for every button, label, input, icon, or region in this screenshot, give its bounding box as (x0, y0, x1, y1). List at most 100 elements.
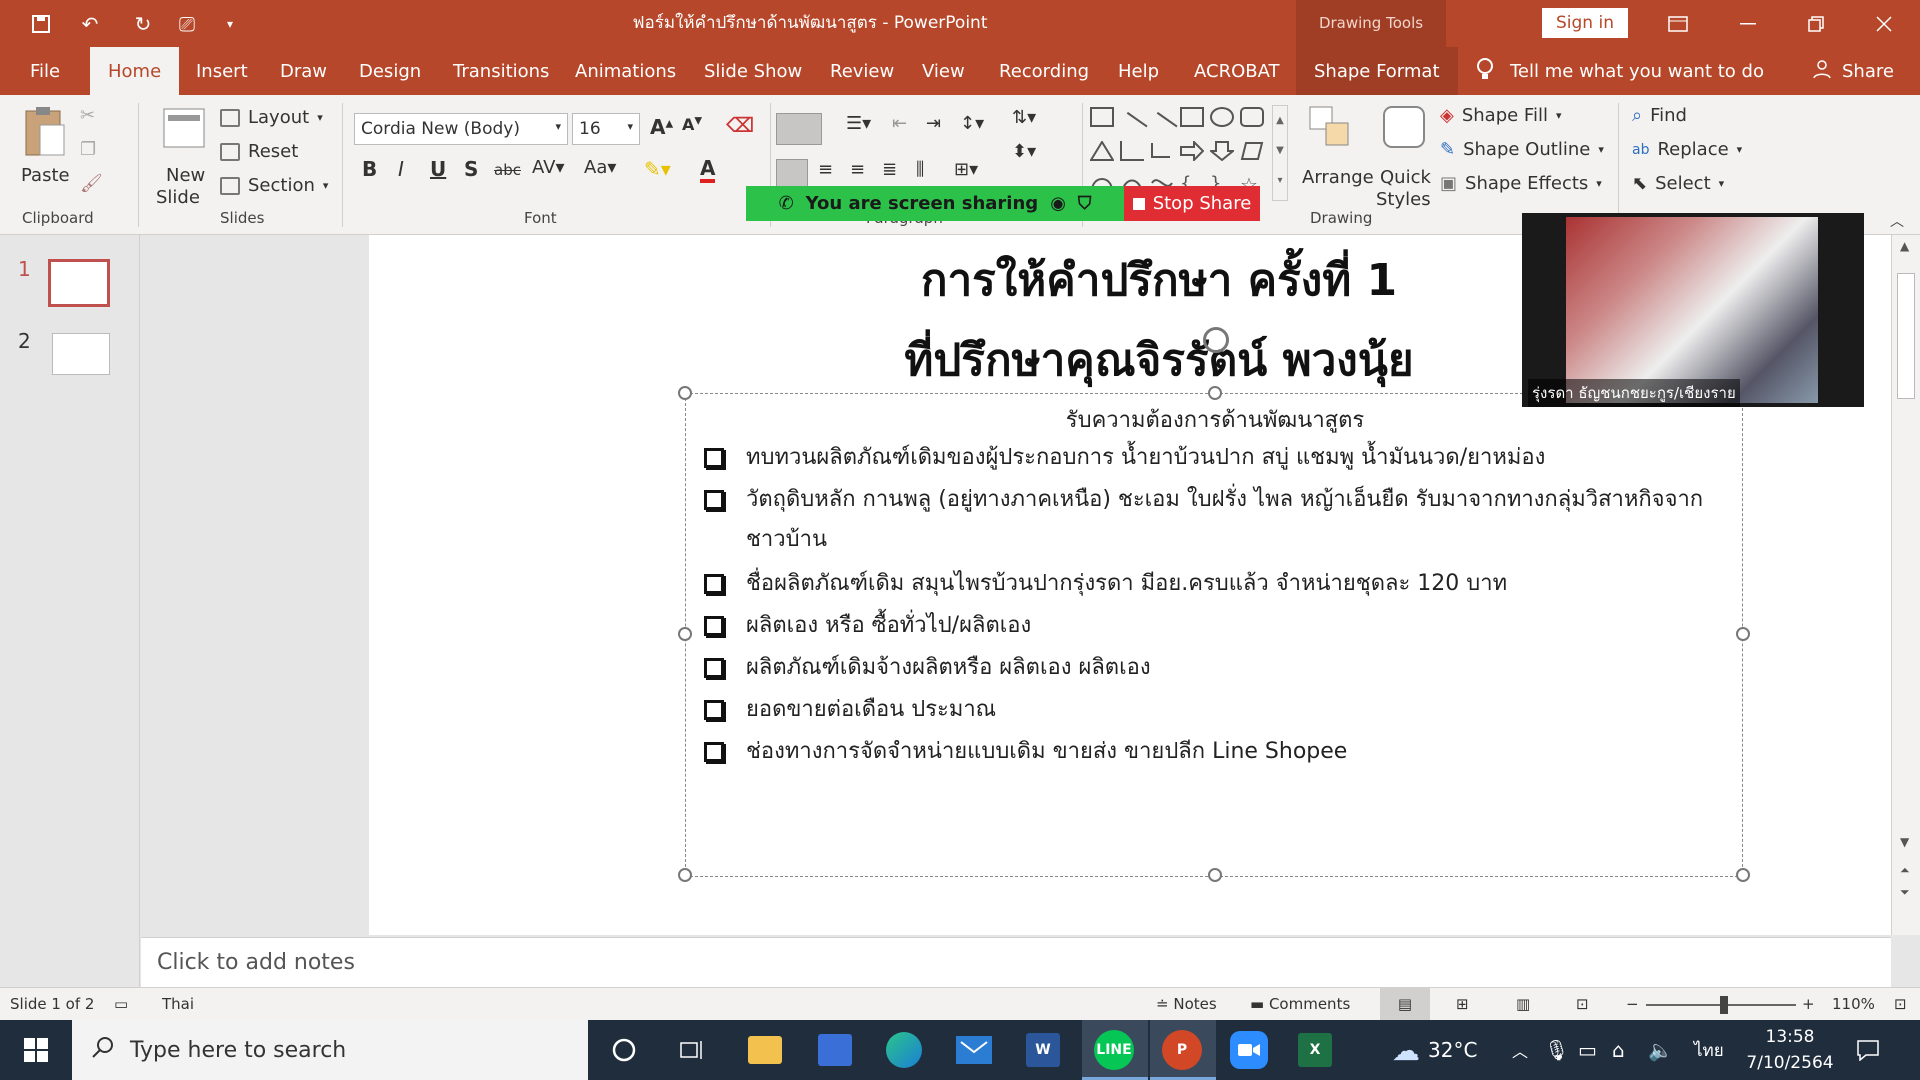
fit-to-window-icon[interactable]: ⊡ (1894, 988, 1907, 1021)
shape-elbow-arrow-icon[interactable] (1150, 141, 1174, 161)
copy-icon[interactable]: ❐ (80, 139, 96, 160)
tab-review[interactable]: Review (830, 47, 894, 95)
shape-elbow-icon[interactable] (1120, 141, 1144, 161)
battery-icon[interactable]: ▭ (1578, 1020, 1597, 1080)
collapse-ribbon-icon[interactable]: ︿ (1890, 211, 1904, 231)
increase-indent-icon[interactable]: ⇥ (926, 113, 941, 134)
tab-insert[interactable]: Insert (196, 47, 248, 95)
tab-recording[interactable]: Recording (999, 47, 1089, 95)
tell-me-search[interactable]: Tell me what you want to do (1476, 47, 1764, 95)
align-text-icon[interactable]: ⬍▾ (1012, 141, 1036, 162)
resize-handle[interactable] (1736, 868, 1750, 882)
slide-thumbnail-1[interactable] (48, 259, 110, 307)
restore-icon[interactable] (1788, 0, 1844, 47)
shape-line-icon[interactable] (1116, 111, 1148, 143)
font-name-select[interactable]: Cordia New (Body) ▾ (354, 113, 568, 145)
zoom-slider-thumb[interactable] (1720, 996, 1728, 1014)
microsoft-store-icon[interactable] (818, 1034, 852, 1066)
input-language[interactable]: ไทย (1694, 1020, 1724, 1080)
vertical-scrollbar[interactable]: ▲ ▼ ⏶ ⏷ (1891, 235, 1920, 935)
paste-button[interactable]: Paste (18, 105, 70, 205)
resize-handle[interactable] (1208, 868, 1222, 882)
decrease-font-icon[interactable]: A▼ (682, 115, 702, 134)
task-view-icon[interactable] (672, 1030, 712, 1070)
excel-icon[interactable]: X (1298, 1033, 1332, 1067)
layout-button[interactable]: Layout ▾ (220, 107, 323, 128)
language-status[interactable]: Thai (162, 988, 194, 1021)
reading-view-icon[interactable]: ▥ (1516, 988, 1530, 1021)
shapes-scroll[interactable]: ▲ ▼ ▾ (1272, 105, 1288, 201)
tab-file[interactable]: File (30, 47, 60, 95)
reset-button[interactable]: Reset (220, 141, 298, 162)
shape-rectangle-icon[interactable] (1180, 107, 1204, 127)
undo-icon[interactable]: ↶ (70, 10, 110, 38)
close-icon[interactable] (1856, 0, 1912, 47)
rotate-handle-icon[interactable] (1203, 327, 1229, 353)
redo-icon[interactable]: ↻ (128, 10, 158, 38)
shape-textbox-icon[interactable] (1090, 107, 1114, 127)
shape-triangle-icon[interactable] (1089, 140, 1115, 161)
character-spacing-icon[interactable]: AV▾ (532, 157, 565, 178)
tab-shape-format[interactable]: Shape Format (1296, 47, 1458, 95)
next-slide-icon[interactable]: ⏷ (1900, 885, 1910, 900)
zoom-level[interactable]: 110% (1832, 988, 1875, 1021)
taskbar-search[interactable]: Type here to search (72, 1020, 588, 1080)
tab-view[interactable]: View (922, 47, 965, 95)
shape-arrow-icon[interactable] (1146, 111, 1178, 143)
cut-icon[interactable]: ✂ (80, 105, 95, 126)
minimize-icon[interactable] (1720, 0, 1776, 47)
normal-view-icon[interactable]: ▤ (1380, 988, 1430, 1021)
mail-icon[interactable] (956, 1036, 992, 1064)
tab-home[interactable]: Home (90, 47, 180, 95)
justify-icon[interactable]: ≣ (882, 159, 897, 180)
smartart-icon[interactable]: ⊞▾ (954, 159, 978, 180)
text-shadow-icon[interactable]: S (464, 157, 478, 181)
file-explorer-icon[interactable] (748, 1036, 782, 1064)
clear-formatting-icon[interactable]: ⌫ (726, 113, 754, 137)
new-slide-button[interactable]: New Slide (156, 103, 216, 208)
shape-freeform-icon[interactable] (1240, 141, 1264, 161)
cortana-icon[interactable] (604, 1030, 644, 1070)
strikethrough-icon[interactable]: abc (494, 161, 521, 179)
italic-icon[interactable]: I (398, 157, 404, 181)
system-clock[interactable]: 13:58 7/10/2564 (1742, 1024, 1838, 1076)
shape-down-arrow-icon[interactable] (1208, 141, 1236, 162)
slideshow-view-icon[interactable]: ⊡ (1576, 988, 1589, 1021)
align-left-button[interactable] (776, 159, 808, 189)
tab-slide-show[interactable]: Slide Show (704, 47, 802, 95)
text-direction-icon[interactable]: ⇅▾ (1012, 107, 1036, 128)
align-right-icon[interactable]: ≡ (850, 159, 865, 180)
underline-icon[interactable]: U (430, 157, 446, 181)
start-button[interactable] (0, 1020, 72, 1080)
resize-handle[interactable] (678, 627, 692, 641)
replace-button[interactable]: ab Replace ▾ (1632, 139, 1742, 160)
slide-thumbnail-2[interactable] (52, 333, 110, 375)
weather-widget[interactable]: ☁ 32°C (1392, 1020, 1477, 1080)
sign-in-button[interactable]: Sign in (1542, 8, 1628, 38)
accessibility-icon[interactable]: ▭ (114, 988, 128, 1021)
arrange-button[interactable]: Arrange (1302, 105, 1374, 209)
resize-handle[interactable] (1736, 627, 1750, 641)
share-button[interactable]: Share (1812, 47, 1894, 95)
select-button[interactable]: ⬉ Select ▾ (1632, 173, 1724, 194)
shape-fill-button[interactable]: ◈ Shape Fill ▾ (1440, 105, 1562, 126)
tab-draw[interactable]: Draw (280, 47, 327, 95)
slide-sorter-icon[interactable]: ⊞ (1456, 988, 1469, 1021)
scroll-up-icon[interactable]: ▲ (1900, 239, 1909, 253)
network-icon[interactable]: ⌂ (1612, 1020, 1625, 1080)
resize-handle[interactable] (1208, 386, 1222, 400)
zoom-in-icon[interactable]: + (1802, 988, 1815, 1021)
word-icon[interactable]: W (1026, 1033, 1060, 1067)
font-color-icon[interactable]: A (700, 157, 716, 183)
columns-icon[interactable]: ⫼ (916, 159, 924, 180)
tab-help[interactable]: Help (1118, 47, 1159, 95)
bold-icon[interactable]: B (362, 157, 377, 181)
decrease-indent-icon[interactable]: ⇤ (892, 113, 907, 134)
tab-animations[interactable]: Animations (575, 47, 676, 95)
line-spacing-icon[interactable]: ↕▾ (960, 113, 984, 134)
quick-styles-button[interactable]: Quick Styles (1376, 105, 1432, 210)
notes-toggle[interactable]: ≐ Notes (1156, 988, 1217, 1021)
find-button[interactable]: ⌕ Find (1632, 105, 1687, 126)
font-size-select[interactable]: 16 ▾ (572, 113, 640, 145)
content-textbox[interactable]: รับความต้องการด้านพัฒนาสูตร ทบทวนผลิตภัณ… (678, 386, 1750, 882)
